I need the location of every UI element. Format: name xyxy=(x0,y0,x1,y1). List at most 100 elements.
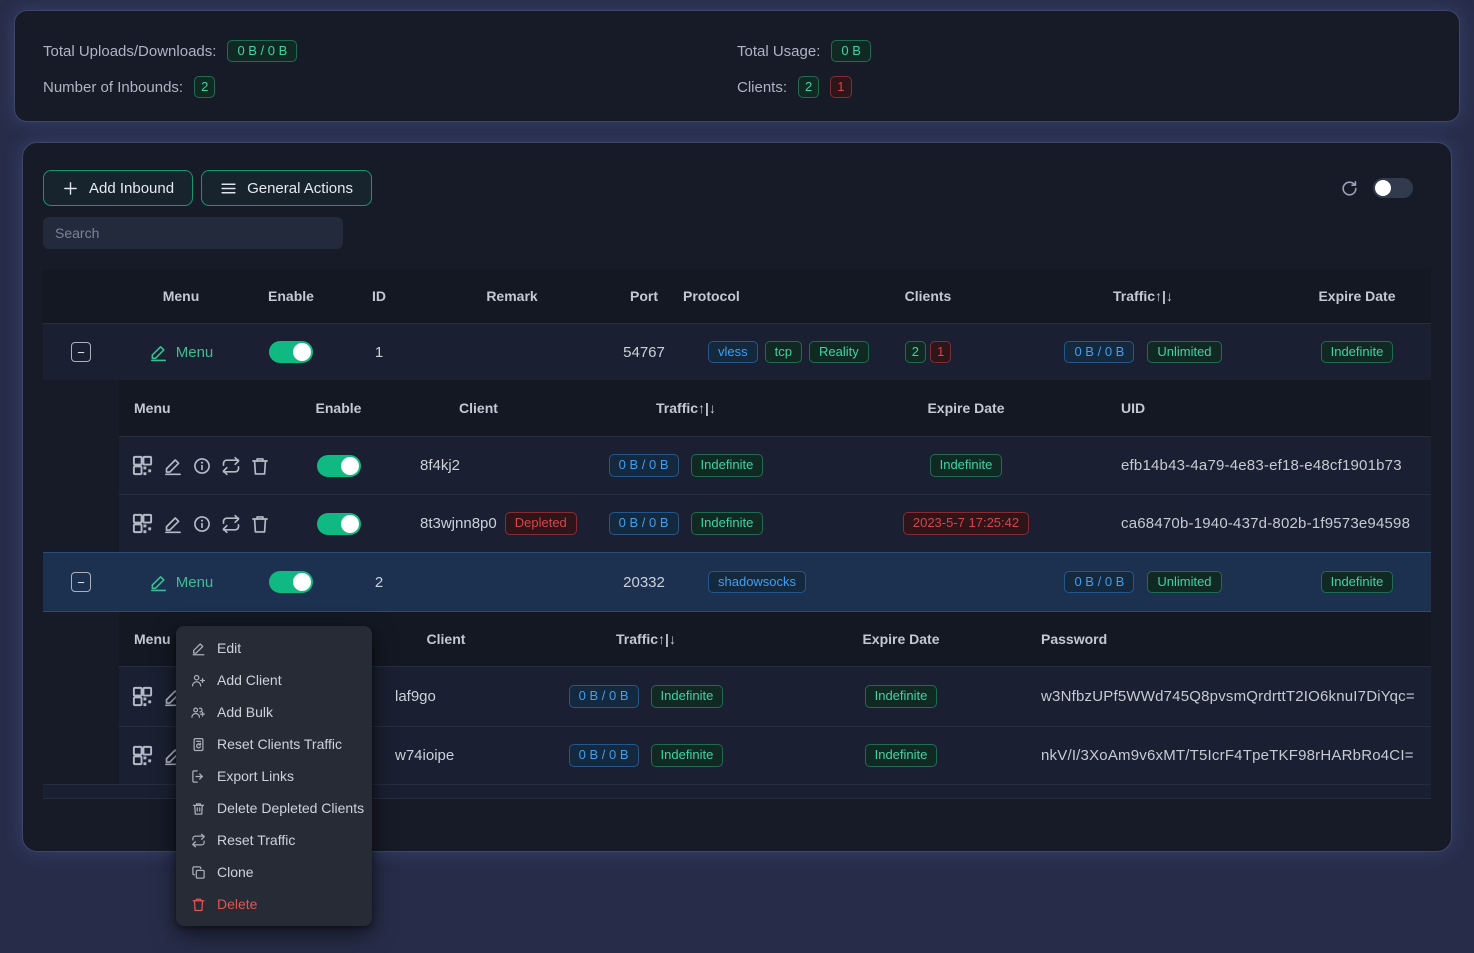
enable-toggle[interactable] xyxy=(269,341,313,363)
context-menu-item-edit[interactable]: Edit xyxy=(176,632,372,664)
refresh-button[interactable] xyxy=(1340,179,1359,198)
export-links-icon xyxy=(191,769,206,784)
context-menu-item-add-bulk[interactable]: Add Bulk xyxy=(176,696,372,728)
qr-code-icon[interactable] xyxy=(131,454,154,477)
qr-code-icon[interactable] xyxy=(131,685,154,708)
duration-badge: Indefinite xyxy=(691,454,764,477)
stats-row-2: Number of Inbounds: 2 Clients: 2 1 xyxy=(43,71,1431,103)
inbounds-page: Total Uploads/Downloads: 0 B / 0 B Total… xyxy=(0,0,1474,953)
inbound-menu-label: Menu xyxy=(176,574,214,591)
expire-badge: Indefinite xyxy=(865,685,938,708)
inbound-port: 54767 xyxy=(623,344,665,361)
column-header-expire-date: Expire Date xyxy=(1283,288,1431,304)
search-input[interactable] xyxy=(43,217,343,249)
traffic-badge: 0 B / 0 B xyxy=(569,685,639,708)
clients-active-badge: 2 xyxy=(798,76,819,99)
client-uid: ca68470b-1940-437d-802b-1f9573e94598 xyxy=(1121,515,1410,532)
client-row-8f4kj2: 8f4kj2 0 B / 0 B Indefinite Indefinite e… xyxy=(119,436,1431,494)
column-header-menu: Menu xyxy=(119,400,281,416)
clone-icon xyxy=(191,865,206,880)
context-menu-item-reset-traffic[interactable]: Reset Traffic xyxy=(176,824,372,856)
client-password: w3NfbzUPf5WWd745Q8pvsmQrdrttT2IO6knuI7Di… xyxy=(1041,688,1415,705)
inbound-id: 1 xyxy=(375,344,383,361)
reset-clients-traffic-icon xyxy=(191,737,206,752)
column-header-expire-date: Expire Date xyxy=(771,631,1031,647)
column-header-remark: Remark xyxy=(419,288,605,304)
stat-total-uploads-downloads: Total Uploads/Downloads: 0 B / 0 B xyxy=(43,40,737,63)
context-menu-item-clone[interactable]: Clone xyxy=(176,856,372,888)
inbound-menu-label: Menu xyxy=(176,344,214,361)
expire-badge: Indefinite xyxy=(930,454,1003,477)
toggle-knob xyxy=(341,515,359,533)
client-name: 8t3wjnn8p0 xyxy=(420,515,497,532)
clients-active-badge: 2 xyxy=(905,341,926,364)
context-menu-item-delete-depleted-clients[interactable]: Delete Depleted Clients xyxy=(176,792,372,824)
info-icon[interactable] xyxy=(192,456,212,476)
column-header-uid: UID xyxy=(1121,400,1431,416)
enable-toggle[interactable] xyxy=(269,571,313,593)
delete-depleted-clients-icon xyxy=(191,801,206,816)
stat-label: Total Uploads/Downloads: xyxy=(43,43,216,60)
client-row-8t3wjnn8p0: 8t3wjnn8p0 Depleted 0 B / 0 B Indefinite… xyxy=(119,494,1431,552)
expire-badge: 2023-5-7 17:25:42 xyxy=(903,512,1029,535)
column-header-menu: Menu xyxy=(119,288,243,304)
column-header-traffic[interactable]: Traffic↑|↓ xyxy=(561,400,811,416)
toggle-knob xyxy=(1375,180,1391,196)
expire-badge: Indefinite xyxy=(1321,571,1394,594)
column-header-password: Password xyxy=(1031,631,1431,647)
edit-client-icon[interactable] xyxy=(163,456,183,476)
traffic-badge: 0 B / 0 B xyxy=(609,512,679,535)
client-password: nkV/I/3XoAm9v6xMT/T5IcrF4TpeTKF98rHARbRo… xyxy=(1041,747,1414,764)
inbound-menu-button[interactable]: Menu xyxy=(149,343,214,362)
context-menu-item-delete[interactable]: Delete xyxy=(176,888,372,920)
delete-client-icon[interactable] xyxy=(250,456,270,476)
enable-toggle[interactable] xyxy=(317,455,361,477)
protocol-badge: shadowsocks xyxy=(708,571,806,594)
add-inbound-button[interactable]: Add Inbound xyxy=(43,170,193,206)
column-header-port: Port xyxy=(605,288,683,304)
general-actions-label: General Actions xyxy=(247,180,353,197)
add-inbound-label: Add Inbound xyxy=(89,180,174,197)
stat-number-of-inbounds: Number of Inbounds: 2 xyxy=(43,76,737,99)
client-name: laf9go xyxy=(395,688,436,705)
client-name: w74ioipe xyxy=(395,747,454,764)
context-menu-item-add-client[interactable]: Add Client xyxy=(176,664,372,696)
column-header-enable: Enable xyxy=(243,288,339,304)
quota-badge: Unlimited xyxy=(1147,571,1221,594)
traffic-badge: 0 B / 0 B xyxy=(609,454,679,477)
inbound-port: 20332 xyxy=(623,574,665,591)
client-table-inbound-1: Menu Enable Client Traffic↑|↓ Expire Dat… xyxy=(119,380,1431,552)
qr-code-icon[interactable] xyxy=(131,744,154,767)
stats-panel: Total Uploads/Downloads: 0 B / 0 B Total… xyxy=(14,10,1460,122)
dark-mode-toggle[interactable] xyxy=(1373,178,1413,198)
column-header-protocol: Protocol xyxy=(683,288,853,304)
inbound-menu-button[interactable]: Menu xyxy=(149,573,214,592)
stat-label: Total Usage: xyxy=(737,43,820,60)
search-wrap xyxy=(23,206,1451,249)
inbound-row-2: − Menu 2 20332 shadowsocks xyxy=(43,552,1431,612)
collapse-row-button[interactable]: − xyxy=(71,572,91,592)
protocol-badge: vless xyxy=(708,341,758,364)
column-header-traffic[interactable]: Traffic↑|↓ xyxy=(521,631,771,647)
reset-traffic-icon[interactable] xyxy=(221,514,241,534)
delete-client-icon[interactable] xyxy=(250,514,270,534)
context-menu-item-export-links[interactable]: Export Links xyxy=(176,760,372,792)
context-menu-item-reset-clients-traffic[interactable]: Reset Clients Traffic xyxy=(176,728,372,760)
column-header-expire-date: Expire Date xyxy=(811,400,1121,416)
enable-toggle[interactable] xyxy=(317,513,361,535)
collapse-row-button[interactable]: − xyxy=(71,342,91,362)
add-bulk-icon xyxy=(191,705,206,720)
reset-traffic-icon xyxy=(191,833,206,848)
general-actions-button[interactable]: General Actions xyxy=(201,170,372,206)
traffic-badge: 0 B / 0 B xyxy=(1064,571,1134,594)
info-icon[interactable] xyxy=(192,514,212,534)
reset-traffic-icon[interactable] xyxy=(221,456,241,476)
add-client-icon xyxy=(191,673,206,688)
column-header-traffic[interactable]: Traffic↑|↓ xyxy=(1003,288,1283,304)
transport-badge: tcp xyxy=(765,341,802,364)
refresh-icon xyxy=(1340,179,1359,198)
qr-code-icon[interactable] xyxy=(131,512,154,535)
duration-badge: Indefinite xyxy=(691,512,764,535)
edit-client-icon[interactable] xyxy=(163,514,183,534)
stat-label: Clients: xyxy=(737,79,787,96)
